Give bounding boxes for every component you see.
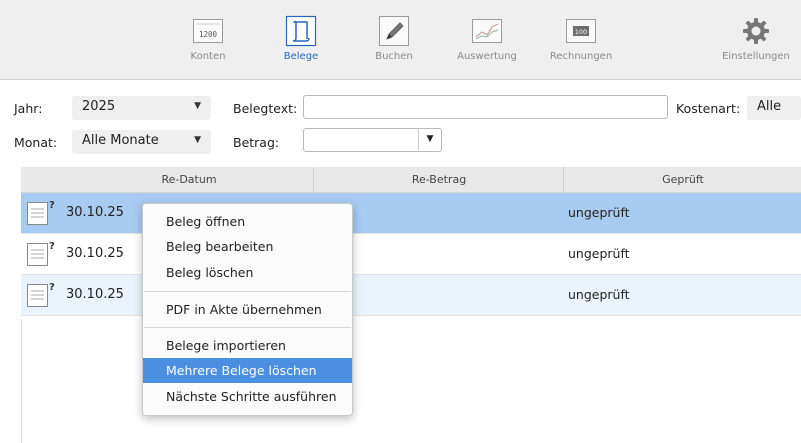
monat-label: Monat: (14, 135, 58, 150)
chevron-down-icon: ▼ (194, 135, 201, 145)
toolbar: 1200 Konten Belege Buchen Auswertung 100… (0, 0, 801, 80)
toolbar-einstellungen-button[interactable]: Einstellungen (711, 15, 801, 62)
svg-text:100: 100 (575, 28, 587, 36)
toolbar-konten-button[interactable]: 1200 Konten (163, 15, 253, 62)
ledger-1200-icon: 1200 (193, 19, 223, 43)
row-date: 30.10.25 (66, 287, 124, 302)
table-left-border (21, 319, 22, 443)
row-date: 30.10.25 (66, 205, 124, 220)
menu-item-pdf-in-akte[interactable]: PDF in Akte übernehmen (143, 297, 352, 322)
chevron-down-icon[interactable]: ▼ (418, 128, 441, 150)
row-status: ungeprüft (568, 205, 630, 220)
svg-text:?: ? (49, 200, 55, 211)
column-header-re-betrag[interactable]: Re-Betrag (313, 167, 564, 192)
jahr-select[interactable]: 2025 ▼ (72, 96, 211, 120)
pencil-icon (379, 16, 409, 46)
monat-select[interactable]: Alle Monate ▼ (72, 130, 211, 154)
toolbar-belege-button[interactable]: Belege (256, 15, 346, 62)
receipt-scroll-icon (285, 15, 317, 47)
betrag-label: Betrag: (233, 135, 280, 150)
menu-separator (144, 327, 351, 328)
menu-item-mehrere-belege-loeschen[interactable]: Mehrere Belege löschen (143, 358, 352, 383)
toolbar-einstellungen-label: Einstellungen (722, 51, 790, 62)
kostenart-select-value: Alle (757, 99, 782, 114)
monat-select-value: Alle Monate (82, 133, 159, 148)
chevron-down-icon: ▼ (194, 101, 201, 111)
kostenart-select[interactable]: Alle (747, 96, 801, 120)
belegtext-label: Belegtext: (233, 101, 298, 116)
toolbar-konten-label: Konten (190, 51, 226, 62)
menu-item-naechste-schritte[interactable]: Nächste Schritte ausführen (143, 384, 352, 409)
context-menu: Beleg öffnen Beleg bearbeiten Beleg lösc… (142, 203, 353, 416)
toolbar-rechnungen-button[interactable]: 100 Rechnungen (536, 15, 626, 62)
document-unchecked-icon: ? (27, 200, 55, 225)
column-header-re-datum[interactable]: Re-Datum (65, 167, 313, 192)
svg-text:?: ? (49, 241, 55, 252)
row-status: ungeprüft (568, 246, 630, 261)
menu-item-belege-importieren[interactable]: Belege importieren (143, 333, 352, 358)
menu-separator (144, 291, 351, 292)
table-row[interactable]: ? 30.10.25 ungeprüft (21, 234, 801, 275)
toolbar-auswertung-button[interactable]: Auswertung (442, 15, 532, 62)
svg-text:1200: 1200 (199, 30, 218, 39)
table-header: Re-Datum Re-Betrag Geprüft (21, 167, 801, 193)
toolbar-buchen-label: Buchen (375, 51, 413, 62)
toolbar-buchen-button[interactable]: Buchen (349, 15, 439, 62)
menu-item-beleg-oeffnen[interactable]: Beleg öffnen (143, 209, 352, 234)
toolbar-auswertung-label: Auswertung (457, 51, 517, 62)
chart-icon (472, 19, 502, 43)
jahr-label: Jahr: (14, 101, 43, 116)
table-row[interactable]: ? 30.10.25 ungeprüft (21, 275, 801, 316)
toolbar-rechnungen-label: Rechnungen (549, 51, 613, 62)
table-row[interactable]: ? 30.10.25 ungeprüft (21, 193, 801, 234)
row-date: 30.10.25 (66, 246, 124, 261)
jahr-select-value: 2025 (82, 99, 116, 114)
document-unchecked-icon: ? (27, 282, 55, 307)
svg-text:?: ? (49, 282, 55, 293)
belegtext-input[interactable] (303, 95, 668, 119)
column-header-geprueft[interactable]: Geprüft (563, 167, 801, 192)
kostenart-label: Kostenart: (676, 101, 741, 116)
toolbar-belege-label: Belege (283, 51, 319, 62)
menu-item-beleg-bearbeiten[interactable]: Beleg bearbeiten (143, 234, 352, 259)
gear-icon (743, 18, 769, 44)
menu-item-beleg-loeschen[interactable]: Beleg löschen (143, 260, 352, 285)
invoice-100-icon: 100 (566, 19, 596, 43)
row-status: ungeprüft (568, 287, 630, 302)
document-unchecked-icon: ? (27, 241, 55, 266)
